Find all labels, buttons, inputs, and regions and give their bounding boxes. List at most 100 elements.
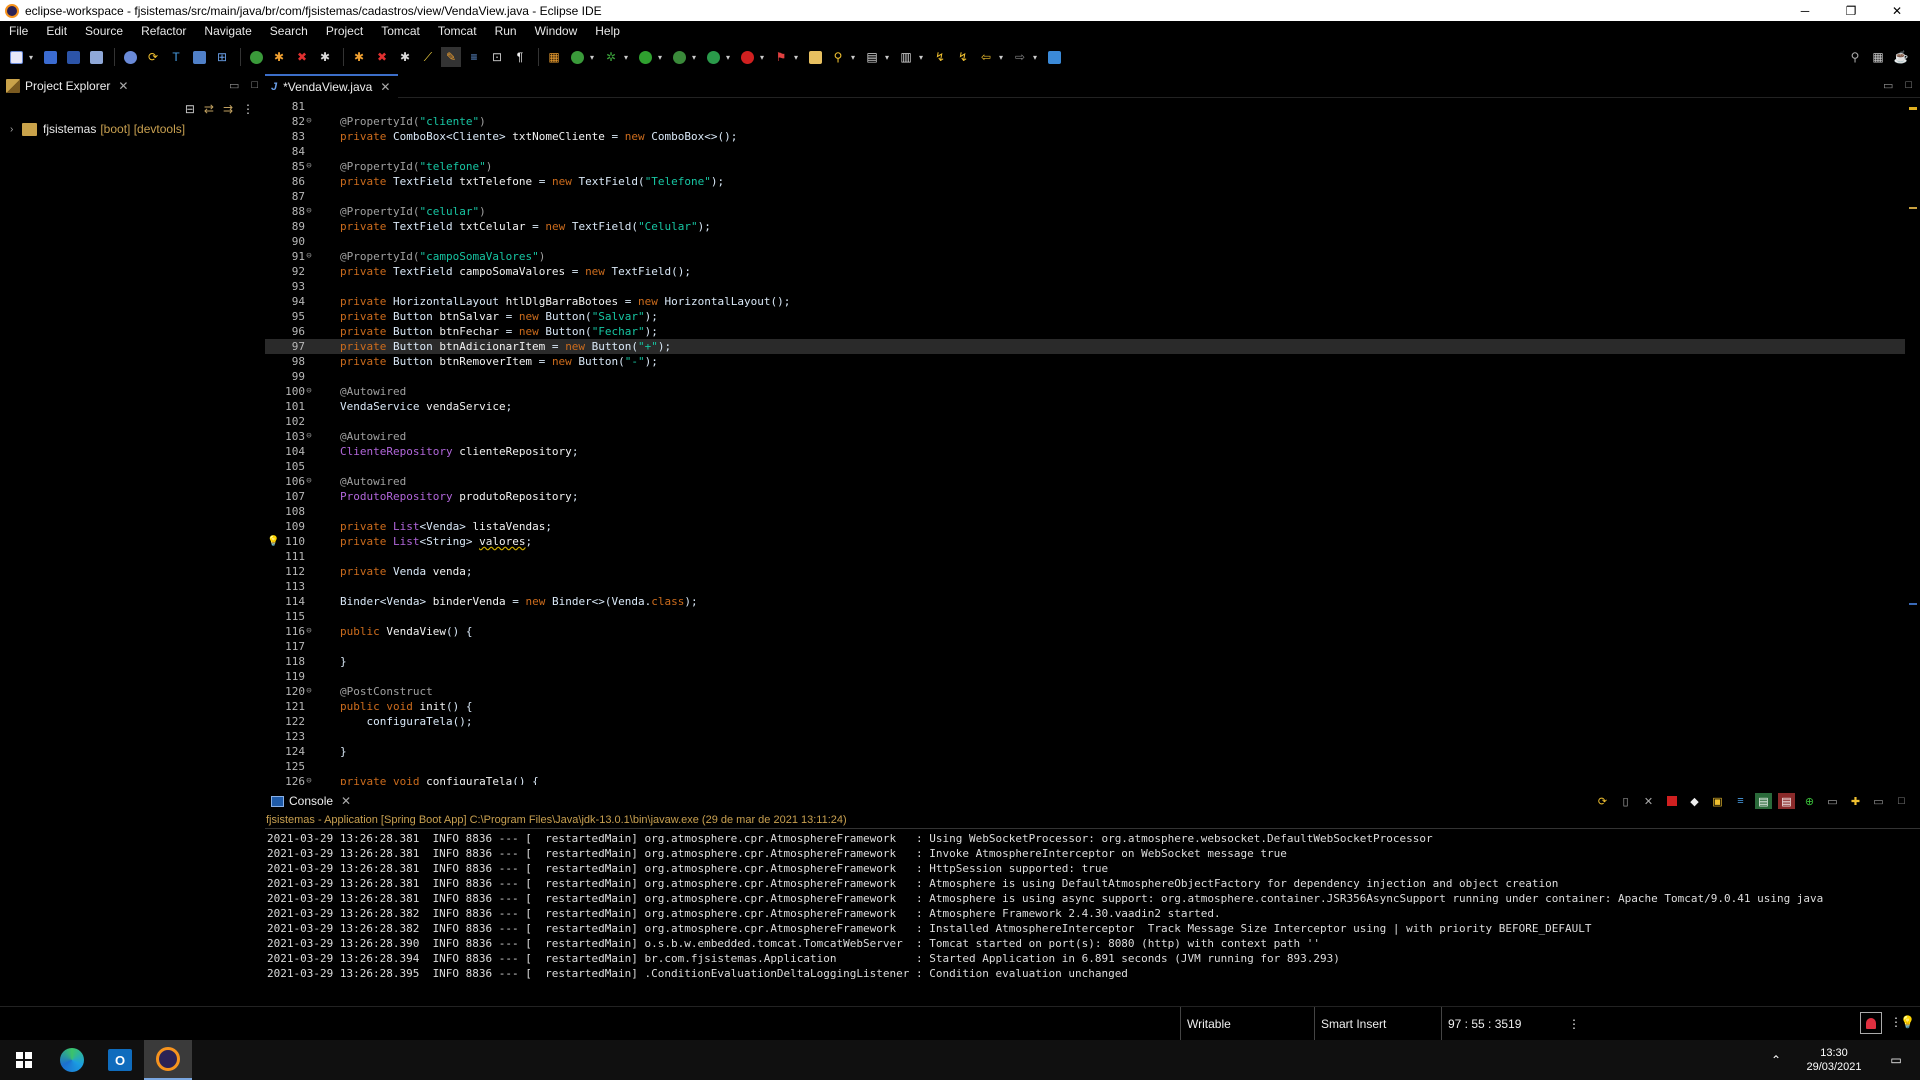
pin-icon[interactable]: ↯ <box>953 47 973 67</box>
code-line[interactable]: 107 ProdutoRepository produtoRepository; <box>265 489 1905 504</box>
annotation-dropdown-icon[interactable]: ▾ <box>885 53 893 62</box>
code-text[interactable]: configuraTela(); <box>313 714 472 729</box>
project-explorer-tab[interactable]: Project Explorer ✕ <box>0 74 264 98</box>
code-line[interactable]: 115 <box>265 609 1905 624</box>
menu-help[interactable]: Help <box>586 21 629 42</box>
open-console-icon[interactable]: ✚ <box>1847 793 1864 809</box>
remove-all-icon[interactable]: ✕ <box>1640 793 1657 809</box>
show-whitespace-icon[interactable]: ¶ <box>510 47 530 67</box>
new-dropdown-icon[interactable]: ▾ <box>29 53 37 62</box>
code-text[interactable]: public void init() { <box>313 699 473 714</box>
hierarchy-icon[interactable]: ⊞ <box>212 47 232 67</box>
code-text[interactable]: ClienteRepository clienteRepository; <box>313 444 578 459</box>
menu-tomcat-1[interactable]: Tomcat <box>372 21 429 42</box>
terminate-icon[interactable]: ✖ <box>372 47 392 67</box>
menu-window[interactable]: Window <box>526 21 587 42</box>
eclipse-taskbar-icon[interactable] <box>144 1040 192 1080</box>
code-text[interactable] <box>313 549 340 564</box>
open-type-icon[interactable]: T <box>166 47 186 67</box>
code-line[interactable]: 101 VendaService vendaService; <box>265 399 1905 414</box>
system-clock[interactable]: 13:30 29/03/2021 <box>1796 1046 1872 1074</box>
code-line[interactable]: 99 <box>265 369 1905 384</box>
code-text[interactable] <box>313 759 340 774</box>
menu-navigate[interactable]: Navigate <box>195 21 260 42</box>
code-line[interactable]: 108 <box>265 504 1905 519</box>
clear-console-icon[interactable]: ◆ <box>1686 793 1703 809</box>
remove-launch-icon[interactable]: ▯ <box>1617 793 1634 809</box>
terminate-icon[interactable] <box>1663 793 1680 809</box>
external-tools-dropdown-icon[interactable]: ▾ <box>726 53 734 62</box>
code-text[interactable] <box>313 729 340 744</box>
notifications-icon[interactable] <box>1860 1012 1882 1034</box>
code-line[interactable]: 88 ⊖ @PropertyId("celular") <box>265 204 1905 219</box>
code-line[interactable]: 95 private Button btnSalvar = new Button(… <box>265 309 1905 324</box>
code-line[interactable]: 118} <box>265 654 1905 669</box>
code-line[interactable]: 105 <box>265 459 1905 474</box>
code-line[interactable]: 106 ⊖ @Autowired <box>265 474 1905 489</box>
code-text[interactable]: @PropertyId("celular") <box>313 204 486 219</box>
code-text[interactable]: private ComboBox<Cliente> txtNomeCliente… <box>313 129 737 144</box>
search-dropdown-icon[interactable]: ▾ <box>851 53 859 62</box>
tomcat-stop-icon[interactable]: ✖ <box>292 47 312 67</box>
code-text[interactable]: @PostConstruct <box>313 684 433 699</box>
fold-toggle-icon[interactable]: ⊖ <box>305 384 313 399</box>
code-line[interactable]: 122 configuraTela(); <box>265 714 1905 729</box>
code-line[interactable]: 116 ⊖ public VendaView() { <box>265 624 1905 639</box>
code-text[interactable] <box>313 504 340 519</box>
last-edit-icon[interactable]: ↯ <box>930 47 950 67</box>
maximize-view-icon[interactable]: □ <box>251 79 258 92</box>
code-line[interactable]: 111 <box>265 549 1905 564</box>
open-task-icon[interactable] <box>805 47 825 67</box>
maximize-view-icon[interactable]: □ <box>1893 793 1910 809</box>
code-text[interactable] <box>313 459 340 474</box>
menu-refactor[interactable]: Refactor <box>132 21 195 42</box>
code-line[interactable]: 92 private TextField campoSomaValores = n… <box>265 264 1905 279</box>
console-output[interactable]: 2021-03-29 13:26:28.381 INFO 8836 --- [ … <box>265 828 1920 981</box>
code-text[interactable] <box>313 369 340 384</box>
warning-marker[interactable] <box>1909 107 1917 110</box>
new-icon[interactable] <box>6 47 26 67</box>
overview-ruler[interactable] <box>1905 99 1920 785</box>
highlight-icon[interactable]: ⟋ <box>418 47 438 67</box>
expand-arrow-icon[interactable]: › <box>10 124 22 135</box>
code-text[interactable]: private HorizontalLayout htlDlgBarraBoto… <box>313 294 790 309</box>
code-text[interactable]: public VendaView() { <box>313 624 472 639</box>
grid-icon[interactable] <box>189 47 209 67</box>
external-tools-icon[interactable] <box>703 47 723 67</box>
restart-icon[interactable]: ⟳ <box>1594 793 1611 809</box>
code-line[interactable]: 94 private HorizontalLayout htlDlgBarraBo… <box>265 294 1905 309</box>
code-text[interactable]: private Venda venda; <box>313 564 472 579</box>
code-text[interactable]: private void configuraTela() { <box>313 774 539 785</box>
remove-launches-icon[interactable]: ✱ <box>395 47 415 67</box>
code-line[interactable]: 113 <box>265 579 1905 594</box>
code-line[interactable]: 125 <box>265 759 1905 774</box>
menu-project[interactable]: Project <box>317 21 372 42</box>
code-text[interactable] <box>313 639 340 654</box>
coverage-dropdown-icon[interactable]: ▾ <box>692 53 700 62</box>
restore-button[interactable]: ❐ <box>1828 0 1874 21</box>
show-on-stderr-icon[interactable]: ▤ <box>1778 793 1795 809</box>
start-button[interactable] <box>0 1040 48 1080</box>
code-line[interactable]: 91 ⊖ @PropertyId("campoSomaValores") <box>265 249 1905 264</box>
next-annotation-icon[interactable]: ▥ <box>896 47 916 67</box>
new-project-icon[interactable]: ▦ <box>544 47 564 67</box>
view-menu-icon[interactable]: ⋮ <box>242 102 254 116</box>
open-perspective-icon[interactable]: ▦ <box>1868 47 1888 67</box>
menu-source[interactable]: Source <box>76 21 132 42</box>
code-text[interactable]: private TextField txtCelular = new TextF… <box>313 219 711 234</box>
java-perspective-icon[interactable]: ☕ <box>1891 47 1911 67</box>
show-on-stdout-icon[interactable]: ▤ <box>1755 793 1772 809</box>
code-line[interactable]: 87 <box>265 189 1905 204</box>
next-annotation-dropdown-icon[interactable]: ▾ <box>919 53 927 62</box>
action-center-icon[interactable]: ▭ <box>1872 1040 1920 1080</box>
code-text[interactable]: Binder<Venda> binderVenda = new Binder<>… <box>313 594 698 609</box>
code-line[interactable]: 86 private TextField txtTelefone = new Te… <box>265 174 1905 189</box>
code-editor[interactable]: 81 82 ⊖ @PropertyId("cliente") 83 private Com… <box>265 99 1905 785</box>
scroll-lock-icon[interactable]: ▣ <box>1709 793 1726 809</box>
close-button[interactable]: ✕ <box>1874 0 1920 21</box>
link-with-editor-icon[interactable]: ⇄ <box>204 102 214 116</box>
back-dropdown-icon[interactable]: ▾ <box>999 53 1007 62</box>
close-icon[interactable]: ✕ <box>341 794 351 808</box>
code-line[interactable]: 102 <box>265 414 1905 429</box>
code-line[interactable]: 119 <box>265 669 1905 684</box>
